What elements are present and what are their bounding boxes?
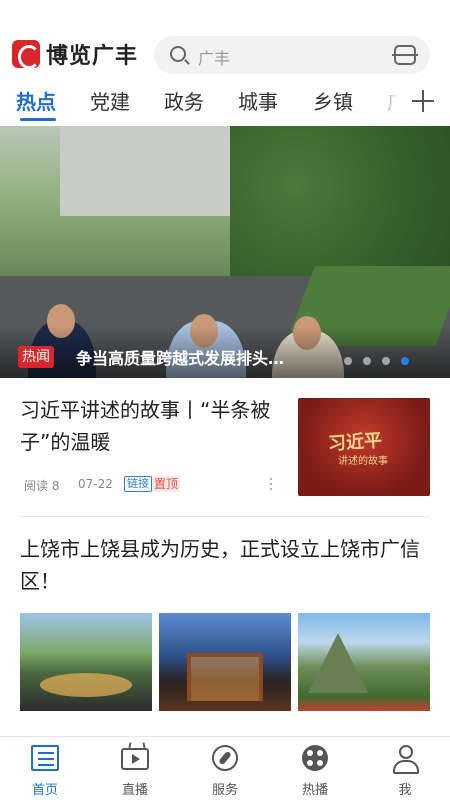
- pinned-badge: 置顶: [152, 476, 181, 492]
- nav-label: 我: [398, 783, 412, 798]
- nav-label: 服务: [211, 783, 238, 798]
- search-input[interactable]: 广丰: [198, 45, 230, 69]
- nav-home[interactable]: 首页: [0, 737, 90, 800]
- tab-fade: [370, 82, 410, 122]
- app-name: 博览广丰: [46, 44, 139, 69]
- search-icon: [170, 46, 186, 62]
- brand-logo-icon: [12, 40, 40, 69]
- article-title[interactable]: 习近平讲述的故事丨“半条被子”的温暖: [20, 394, 285, 458]
- app-logo[interactable]: 博览广丰: [12, 38, 138, 70]
- add-channel-icon[interactable]: [412, 90, 434, 112]
- tab-government[interactable]: 政务: [164, 86, 204, 115]
- nav-label: 首页: [31, 783, 58, 798]
- search-bar[interactable]: 广丰: [154, 36, 430, 74]
- article-thumbnail[interactable]: 习近平 讲述的故事: [298, 398, 430, 496]
- read-count: 阅读 8: [24, 479, 60, 493]
- article-title[interactable]: 上饶市上饶县成为历史，正式设立上饶市广信区！: [20, 533, 430, 597]
- article-image[interactable]: [20, 613, 152, 711]
- nav-label: 热播: [301, 783, 328, 798]
- user-icon: [391, 745, 419, 774]
- article-image[interactable]: [298, 613, 430, 711]
- carousel-dot-active[interactable]: [401, 357, 409, 365]
- link-badge: 链接: [124, 476, 152, 492]
- nav-me[interactable]: 我: [360, 737, 450, 800]
- film-reel-icon: [302, 745, 328, 771]
- plaza-shape: [40, 673, 132, 697]
- tab-hot[interactable]: 热点: [16, 86, 56, 115]
- tab-party[interactable]: 党建: [90, 86, 130, 115]
- tab-city[interactable]: 城事: [238, 86, 278, 115]
- compass-icon: [212, 745, 238, 771]
- carousel-dot[interactable]: [363, 357, 371, 365]
- nav-live[interactable]: 直播: [90, 737, 180, 800]
- divider: [20, 516, 430, 517]
- article-image[interactable]: [159, 613, 291, 711]
- tab-towns[interactable]: 乡镇: [313, 86, 353, 115]
- hero-carousel[interactable]: [0, 126, 450, 378]
- trees-shape: [230, 126, 450, 276]
- nav-label: 直播: [121, 783, 148, 798]
- scan-icon[interactable]: [392, 45, 418, 65]
- more-options-icon[interactable]: [270, 478, 273, 492]
- mountain-shape: [308, 633, 368, 693]
- carousel-dots: [344, 357, 409, 365]
- nav-trending[interactable]: 热播: [270, 737, 360, 800]
- banner-tag: 热闻: [18, 346, 54, 368]
- bottom-navigation: 首页 直播 服务 热播 我: [0, 736, 450, 800]
- carousel-dot[interactable]: [382, 357, 390, 365]
- gate-shape: [187, 653, 263, 701]
- active-tab-indicator: [20, 118, 56, 121]
- thumbnail-subtext: 讲述的故事: [338, 456, 388, 467]
- nav-services[interactable]: 服务: [180, 737, 270, 800]
- news-icon: [31, 745, 59, 771]
- publish-date: 07-22: [78, 477, 113, 491]
- channel-tabs: 热点 党建 政务 城事 乡镇 广: [0, 82, 450, 122]
- tv-icon: [121, 748, 149, 770]
- banner-title[interactable]: 争当高质量跨越式发展排头…: [76, 345, 284, 369]
- app-header: 博览广丰 广丰: [0, 0, 450, 76]
- carousel-dot[interactable]: [344, 357, 352, 365]
